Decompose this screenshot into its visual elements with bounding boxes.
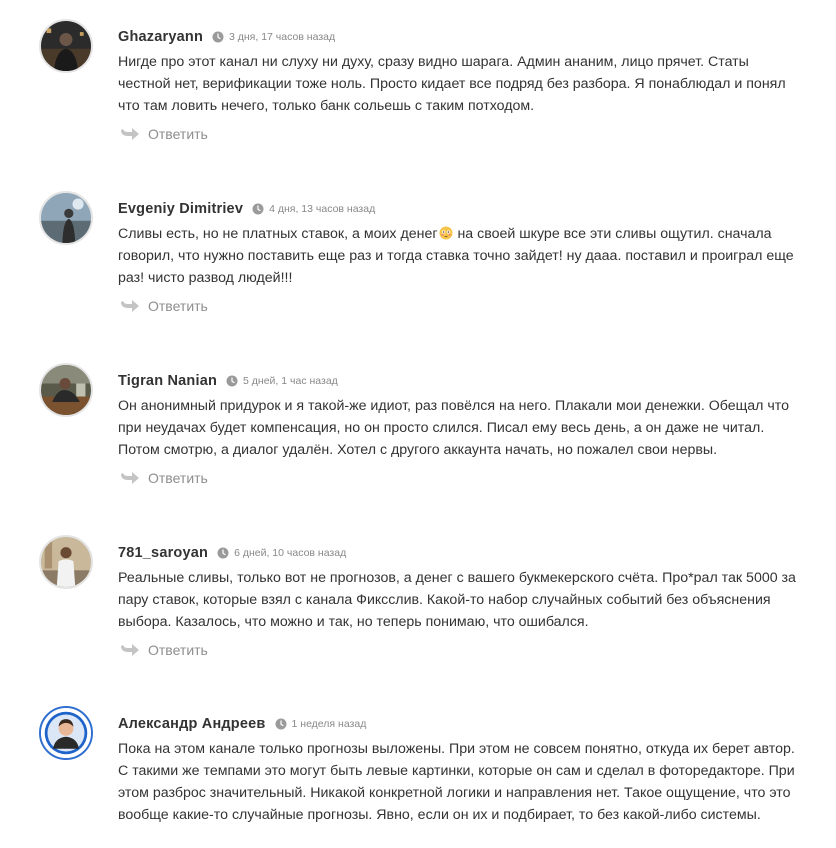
reply-button[interactable]: Ответить xyxy=(120,470,208,486)
reply-button[interactable]: Ответить xyxy=(120,298,208,314)
comment-author[interactable]: Александр Андреев xyxy=(118,716,266,732)
reply-button[interactable]: Ответить xyxy=(120,126,208,142)
avatar[interactable] xyxy=(39,535,93,589)
comment-text: Сливы есть, но не платных ставок, а моих… xyxy=(118,223,798,289)
comment-time[interactable]: 1 неделя назад xyxy=(292,718,367,730)
comment-meta: Evgeniy Dimitriev 4 дня, 13 часов назад xyxy=(118,199,375,219)
comment-meta: 781_saroyan 6 дней, 10 часов назад xyxy=(118,543,346,563)
comment-meta: Александр Андреев 1 неделя назад xyxy=(118,714,366,734)
reply-label: Ответить xyxy=(148,642,208,658)
reply-button[interactable]: Ответить xyxy=(120,642,208,658)
clock-icon xyxy=(217,547,229,559)
reply-label: Ответить xyxy=(148,470,208,486)
comment-text-part: Сливы есть, но не платных ставок, а моих… xyxy=(118,226,438,242)
clock-icon xyxy=(212,31,224,43)
comment-time[interactable]: 5 дней, 1 час назад xyxy=(243,375,338,387)
comment-meta: Tigran Nanian 5 дней, 1 час назад xyxy=(118,371,338,391)
comment-author[interactable]: Ghazaryann xyxy=(118,29,203,45)
comment-author[interactable]: Tigran Nanian xyxy=(118,373,217,389)
avatar[interactable] xyxy=(39,191,93,245)
comment-text: Он анонимный придурок и я такой-же идиот… xyxy=(118,398,790,458)
comment-meta: Ghazaryann 3 дня, 17 часов назад xyxy=(118,27,335,47)
comment-time[interactable]: 6 дней, 10 часов назад xyxy=(234,547,346,559)
comments-list: Ghazaryann 3 дня, 17 часов назад Нигде п… xyxy=(0,0,836,848)
comment-text: Реальные сливы, только вот не прогнозов,… xyxy=(118,570,796,630)
comment-time[interactable]: 3 дня, 17 часов назад xyxy=(229,31,335,43)
reply-arrow-icon xyxy=(120,127,140,141)
reply-arrow-icon xyxy=(120,299,140,313)
avatar[interactable] xyxy=(39,706,93,760)
comment-time[interactable]: 4 дня, 13 часов назад xyxy=(269,203,375,215)
clock-icon xyxy=(226,375,238,387)
reply-label: Ответить xyxy=(148,126,208,142)
clock-icon xyxy=(275,718,287,730)
flushed-face-emoji xyxy=(439,226,453,240)
reply-arrow-icon xyxy=(120,471,140,485)
reply-arrow-icon xyxy=(120,643,140,657)
avatar[interactable] xyxy=(39,363,93,417)
comment-text: Нигде про этот канал ни слуху ни духу, с… xyxy=(118,54,786,114)
reply-label: Ответить xyxy=(148,298,208,314)
comment-text: Пока на этом канале только прогнозы выло… xyxy=(118,741,795,823)
comment-author[interactable]: Evgeniy Dimitriev xyxy=(118,201,243,217)
clock-icon xyxy=(252,203,264,215)
avatar[interactable] xyxy=(39,19,93,73)
comment-author[interactable]: 781_saroyan xyxy=(118,545,208,561)
